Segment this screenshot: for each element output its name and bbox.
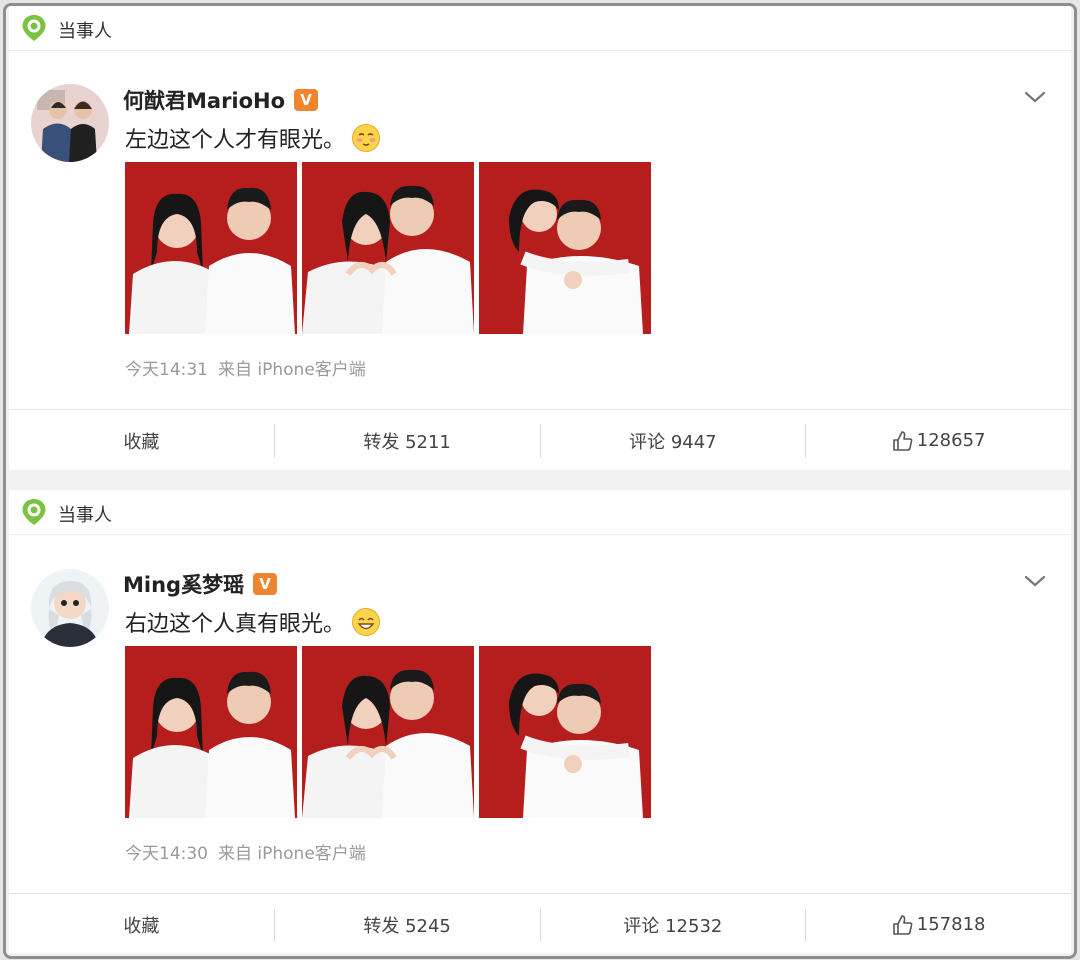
like-button[interactable]: 157818 xyxy=(806,894,1071,955)
photo-thumbnail[interactable] xyxy=(479,646,651,818)
weibo-post: 当事人 Ming奚梦瑶 V 右边这个人真有眼光。 今天14:30 来自 iPho… xyxy=(9,490,1071,953)
post-tag-bar: 当事人 xyxy=(9,490,1071,535)
thumbs-up-icon xyxy=(892,430,913,451)
screenshot-frame: 当事人 何猷君MarioHo V 左边这个人才有眼光。 今天14:31 来自 i… xyxy=(3,3,1077,959)
post-text: 右边这个人真有眼光。 xyxy=(125,612,346,637)
thumbs-up-icon xyxy=(892,914,913,935)
repost-label: 转发 5211 xyxy=(363,431,451,453)
username-text[interactable]: 何猷君MarioHo xyxy=(123,85,285,115)
favorite-button[interactable]: 收藏 xyxy=(9,894,274,955)
post-tag-label: 当事人 xyxy=(58,21,112,42)
favorite-label: 收藏 xyxy=(123,431,160,453)
like-count: 157818 xyxy=(916,914,986,935)
photo-thumbnail[interactable] xyxy=(479,162,651,334)
repost-label: 转发 5245 xyxy=(363,915,451,937)
action-bar: 收藏 转发 5211 评论 9447 128657 xyxy=(9,409,1071,471)
action-bar: 收藏 转发 5245 评论 12532 157818 xyxy=(9,893,1071,955)
chevron-down-icon[interactable] xyxy=(1023,572,1047,590)
username-text[interactable]: Ming奚梦瑶 xyxy=(123,569,244,599)
username[interactable]: Ming奚梦瑶 V xyxy=(123,569,278,599)
repost-button[interactable]: 转发 5211 xyxy=(275,410,540,471)
photo-thumbnail[interactable] xyxy=(125,162,297,334)
comment-label: 评论 12532 xyxy=(623,915,723,937)
comment-button[interactable]: 评论 12532 xyxy=(541,894,806,955)
verified-badge-icon: V xyxy=(294,89,319,111)
post-time: 今天14:31 xyxy=(125,360,208,380)
photo-thumbnail[interactable] xyxy=(302,646,474,818)
favorite-label: 收藏 xyxy=(123,915,160,937)
like-count: 128657 xyxy=(916,430,986,451)
photo-thumbnail[interactable] xyxy=(125,646,297,818)
post-time: 今天14:30 xyxy=(125,844,208,864)
location-pin-icon xyxy=(22,15,46,41)
post-source[interactable]: 来自 iPhone客户端 xyxy=(218,360,366,380)
smile-face-emoji-icon xyxy=(352,608,381,636)
favorite-button[interactable]: 收藏 xyxy=(9,410,274,471)
photo-grid xyxy=(125,162,651,334)
weibo-post: 当事人 何猷君MarioHo V 左边这个人才有眼光。 今天14:31 来自 i… xyxy=(9,6,1071,470)
post-source[interactable]: 来自 iPhone客户端 xyxy=(218,844,366,864)
username[interactable]: 何猷君MarioHo V xyxy=(123,85,319,115)
comment-button[interactable]: 评论 9447 xyxy=(541,410,806,471)
avatar[interactable] xyxy=(31,84,109,162)
post-meta: 今天14:31 来自 iPhone客户端 xyxy=(125,355,366,380)
avatar[interactable] xyxy=(31,569,109,647)
shy-face-emoji-icon xyxy=(352,124,381,152)
post-meta: 今天14:30 来自 iPhone客户端 xyxy=(125,839,366,864)
chevron-down-icon[interactable] xyxy=(1023,88,1047,106)
post-text: 左边这个人才有眼光。 xyxy=(125,128,346,153)
post-content: 右边这个人真有眼光。 xyxy=(125,606,381,638)
post-content: 左边这个人才有眼光。 xyxy=(125,122,381,154)
repost-button[interactable]: 转发 5245 xyxy=(275,894,540,955)
post-tag-bar: 当事人 xyxy=(9,6,1071,51)
like-button[interactable]: 128657 xyxy=(806,410,1071,471)
comment-label: 评论 9447 xyxy=(629,431,717,453)
verified-badge-icon: V xyxy=(253,573,278,595)
photo-thumbnail[interactable] xyxy=(302,162,474,334)
location-pin-icon xyxy=(22,499,46,525)
photo-grid xyxy=(125,646,651,818)
post-tag-label: 当事人 xyxy=(58,505,112,526)
